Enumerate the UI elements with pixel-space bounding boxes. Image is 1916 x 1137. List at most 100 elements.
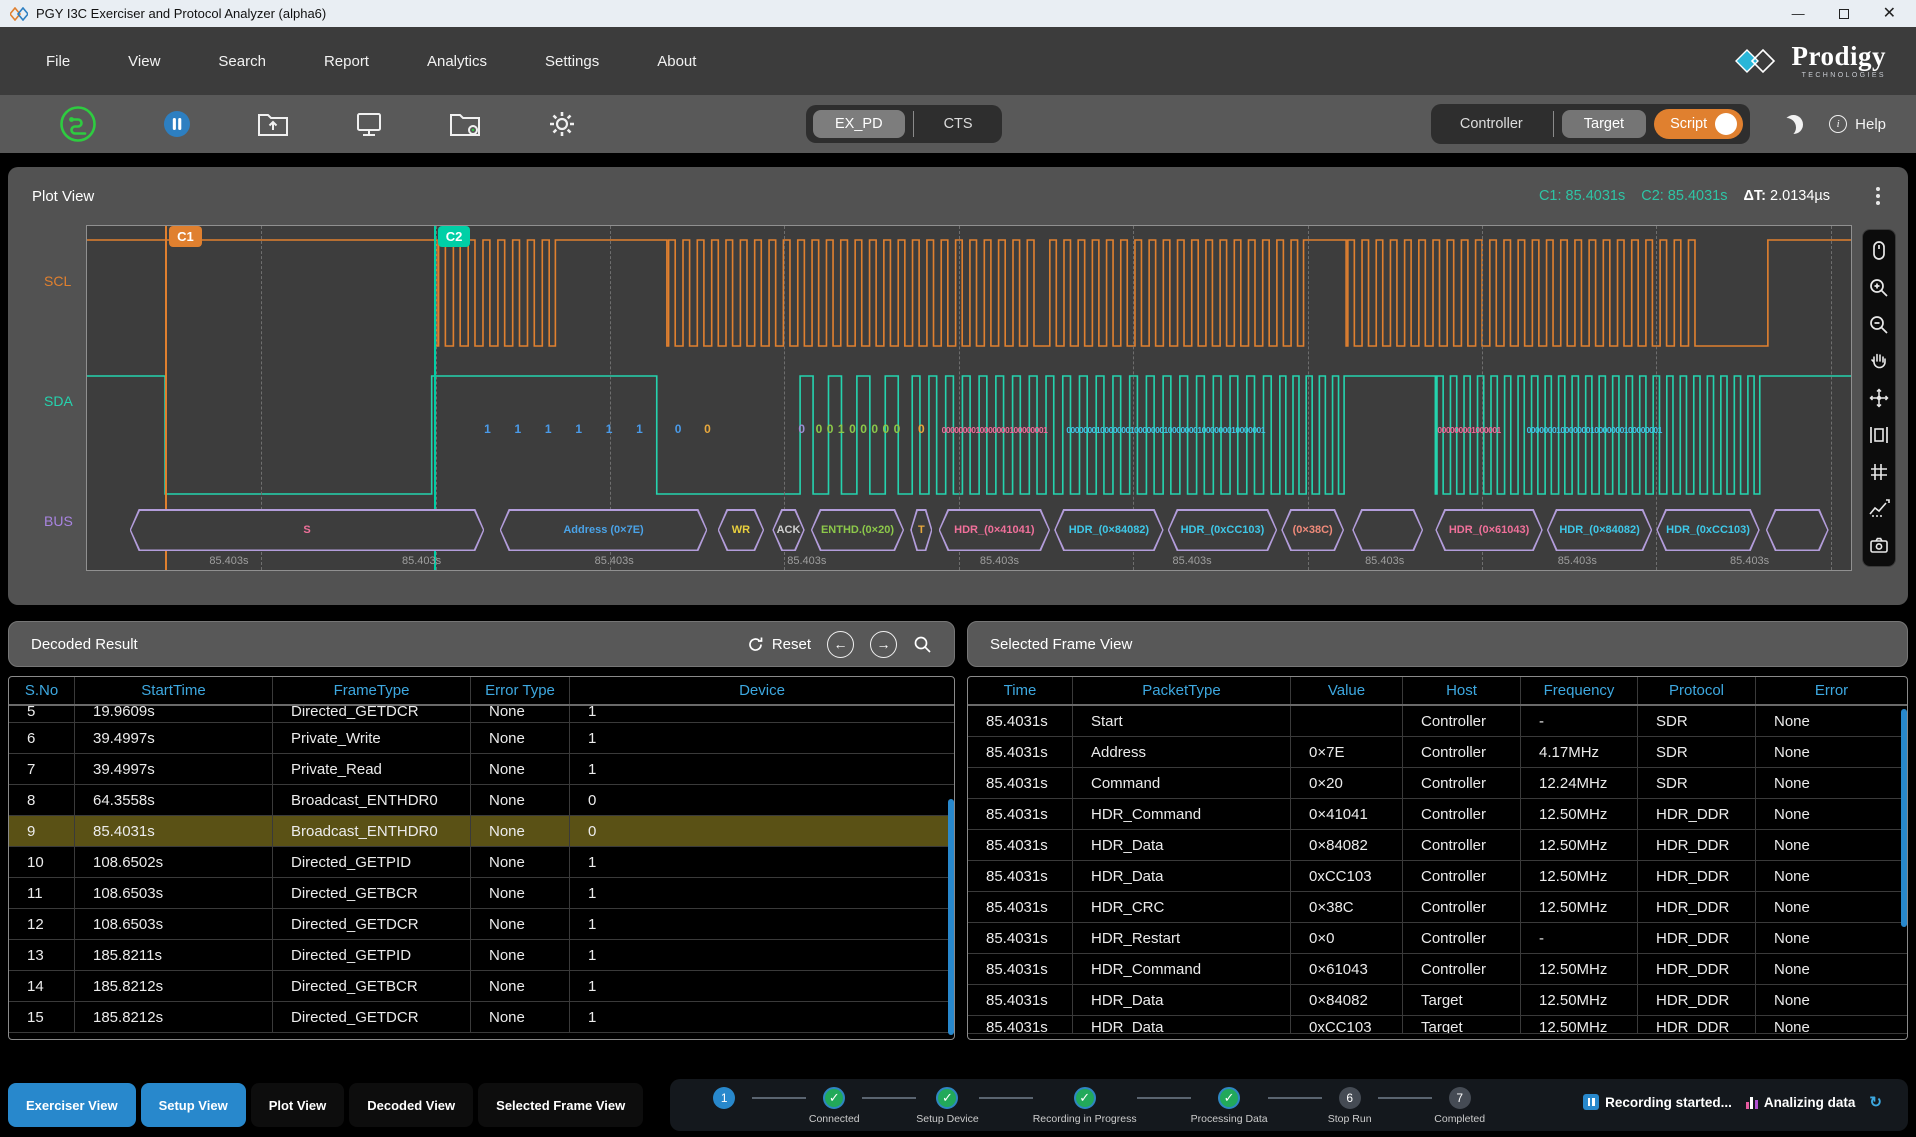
table-row[interactable]: 519.9609sDirected_GETDCRNone1 bbox=[9, 706, 954, 723]
role-option-target[interactable]: Target bbox=[1562, 110, 1646, 138]
table-row[interactable]: 85.4031sHDR_Command0×41041Controller12.5… bbox=[968, 799, 1907, 830]
menu-item-analytics[interactable]: Analytics bbox=[425, 47, 489, 76]
mouse-tool-icon[interactable] bbox=[1867, 239, 1891, 263]
bus-packet: HDR_(0×84082) bbox=[1054, 509, 1163, 551]
tab-plot-view[interactable]: Plot View bbox=[251, 1083, 345, 1127]
bus-packet-label: HDR_(0×41041) bbox=[940, 511, 1049, 550]
time-axis-label: 85.403s bbox=[1558, 555, 1597, 567]
zoom-in-icon[interactable] bbox=[1867, 276, 1891, 300]
menu-item-settings[interactable]: Settings bbox=[543, 47, 601, 76]
folder-settings-icon[interactable] bbox=[448, 109, 482, 139]
table-row[interactable]: 739.4997sPrivate_ReadNone1 bbox=[9, 754, 954, 785]
table-row[interactable]: 11108.6503sDirected_GETBCRNone1 bbox=[9, 878, 954, 909]
table-row[interactable]: 85.4031sHDR_Data0xCC103Controller12.50MH… bbox=[968, 861, 1907, 892]
next-frame-button[interactable]: → bbox=[870, 631, 897, 658]
menu-item-view[interactable]: View bbox=[126, 47, 162, 76]
table-cell: 12 bbox=[9, 909, 75, 939]
grid-toggle-icon[interactable] bbox=[1867, 460, 1891, 484]
table-row[interactable]: 10108.6502sDirected_GETPIDNone1 bbox=[9, 847, 954, 878]
reset-button[interactable]: Reset bbox=[747, 636, 811, 653]
step-connector bbox=[752, 1097, 806, 1099]
mode-option-ex_pd[interactable]: EX_PD bbox=[813, 110, 905, 138]
tab-exerciser-view[interactable]: Exerciser View bbox=[8, 1083, 136, 1127]
help-button[interactable]: i Help bbox=[1829, 115, 1890, 133]
pan-hand-icon[interactable] bbox=[1867, 349, 1891, 373]
role-option-script[interactable]: Script bbox=[1654, 109, 1743, 139]
pause-icon[interactable] bbox=[162, 109, 192, 139]
status-items: Recording started...Analizing data↻ bbox=[1583, 1087, 1882, 1111]
menu-items: File View Search Report Analytics Settings Abo… bbox=[0, 47, 698, 76]
waveform-plot-area[interactable]: C1C2111111000001000000000000001000000010… bbox=[86, 225, 1852, 571]
table-row[interactable]: 85.4031sHDR_Restart0×0Controller-HDR_DDR… bbox=[968, 923, 1907, 954]
measurement-chart-icon[interactable] bbox=[1867, 496, 1891, 520]
table-row[interactable]: 13185.8211sDirected_GETPIDNone1 bbox=[9, 940, 954, 971]
settings-gear-icon[interactable] bbox=[546, 108, 578, 140]
menu-item-report[interactable]: Report bbox=[322, 47, 371, 76]
minimize-button[interactable]: — bbox=[1792, 7, 1805, 20]
channel-label-sda: SDA bbox=[44, 393, 73, 409]
signal-trace-icon[interactable] bbox=[58, 104, 98, 144]
table-row[interactable]: 12108.6503sDirected_GETDCRNone1 bbox=[9, 909, 954, 940]
sda-bit-cluster: 0000000100000001000000010000000100000001… bbox=[1066, 425, 1265, 435]
bus-packet: HDR_(0xCC103) bbox=[1656, 509, 1759, 551]
script-toggle-knob[interactable] bbox=[1715, 113, 1737, 135]
table-row[interactable]: 985.4031sBroadcast_ENTHDR0None0 bbox=[9, 816, 954, 847]
table-cell: HDR_DDR bbox=[1638, 923, 1756, 953]
mode-option-cts[interactable]: CTS bbox=[922, 110, 995, 138]
search-icon[interactable] bbox=[913, 635, 932, 654]
table-row[interactable]: 639.4997sPrivate_WriteNone1 bbox=[9, 723, 954, 754]
decoded-scrollbar[interactable] bbox=[948, 799, 954, 1035]
table-row[interactable]: 14185.8212sDirected_GETBCRNone1 bbox=[9, 971, 954, 1002]
prev-frame-button[interactable]: ← bbox=[827, 631, 854, 658]
sda-bit-value: 0 bbox=[827, 422, 834, 436]
table-row[interactable]: 85.4031sAddress0×7EController4.17MHzSDRN… bbox=[968, 737, 1907, 768]
menu-item-search[interactable]: Search bbox=[216, 47, 268, 76]
table-row[interactable]: 85.4031sHDR_Data0xCC103Target12.50MHzHDR… bbox=[968, 1016, 1907, 1034]
table-row[interactable]: 85.4031sHDR_Command0×61043Controller12.5… bbox=[968, 954, 1907, 985]
table-cell: Controller bbox=[1403, 799, 1521, 829]
selected-frame-header: Selected Frame View bbox=[967, 621, 1908, 667]
table-row[interactable]: 85.4031sHDR_Data0×84082Target12.50MHzHDR… bbox=[968, 985, 1907, 1016]
zoom-out-icon[interactable] bbox=[1867, 313, 1891, 337]
table-row[interactable]: 85.4031sHDR_CRC0×38CController12.50MHzHD… bbox=[968, 892, 1907, 923]
bus-packet-label bbox=[1767, 511, 1827, 550]
recording-pause-icon bbox=[1583, 1094, 1599, 1110]
time-axis-label: 85.403s bbox=[1172, 555, 1211, 567]
cursor-tag-c2[interactable]: C2 bbox=[438, 226, 471, 247]
plot-menu-kebab-icon[interactable] bbox=[1872, 183, 1884, 209]
bus-packet bbox=[1352, 509, 1423, 551]
column-header: Value bbox=[1291, 677, 1403, 704]
selected-frame-title: Selected Frame View bbox=[990, 636, 1132, 653]
dark-mode-moon-icon[interactable] bbox=[1784, 115, 1803, 134]
column-header: Error Type bbox=[471, 677, 570, 704]
monitor-icon[interactable] bbox=[354, 109, 384, 139]
table-cell: Directed_GETPID bbox=[273, 847, 471, 877]
menu-item-about[interactable]: About bbox=[655, 47, 698, 76]
role-option-controller[interactable]: Controller bbox=[1438, 110, 1545, 138]
table-row[interactable]: 85.4031sStartController-SDRNone bbox=[968, 706, 1907, 737]
table-cell: None bbox=[1756, 768, 1907, 798]
table-cell: None bbox=[471, 940, 570, 970]
table-row[interactable]: 85.4031sCommand0×20Controller12.24MHzSDR… bbox=[968, 768, 1907, 799]
screenshot-camera-icon[interactable] bbox=[1867, 533, 1891, 557]
move-tool-icon[interactable] bbox=[1867, 386, 1891, 410]
tab-selected-frame-view[interactable]: Selected Frame View bbox=[478, 1083, 643, 1127]
table-cell: 1 bbox=[570, 847, 954, 877]
menu-item-file[interactable]: File bbox=[44, 47, 72, 76]
bus-packet: Address (0×7E) bbox=[500, 509, 708, 551]
tab-setup-view[interactable]: Setup View bbox=[141, 1083, 246, 1127]
tab-decoded-view[interactable]: Decoded View bbox=[349, 1083, 473, 1127]
table-row[interactable]: 85.4031sHDR_Data0×84082Controller12.50MH… bbox=[968, 830, 1907, 861]
cursor-tag-c1[interactable]: C1 bbox=[169, 226, 202, 247]
table-cell: HDR_Data bbox=[1073, 985, 1291, 1015]
table-cell: 1 bbox=[570, 754, 954, 784]
table-cell: 12.50MHz bbox=[1521, 892, 1638, 922]
split-view-icon[interactable] bbox=[1867, 423, 1891, 447]
maximize-button[interactable] bbox=[1839, 9, 1849, 19]
frame-scrollbar[interactable] bbox=[1901, 709, 1907, 927]
table-cell: Target bbox=[1403, 1016, 1521, 1033]
table-row[interactable]: 15185.8212sDirected_GETDCRNone1 bbox=[9, 1002, 954, 1033]
close-button[interactable]: ✕ bbox=[1883, 6, 1896, 22]
folder-upload-icon[interactable] bbox=[256, 109, 290, 139]
table-row[interactable]: 864.3558sBroadcast_ENTHDR0None0 bbox=[9, 785, 954, 816]
